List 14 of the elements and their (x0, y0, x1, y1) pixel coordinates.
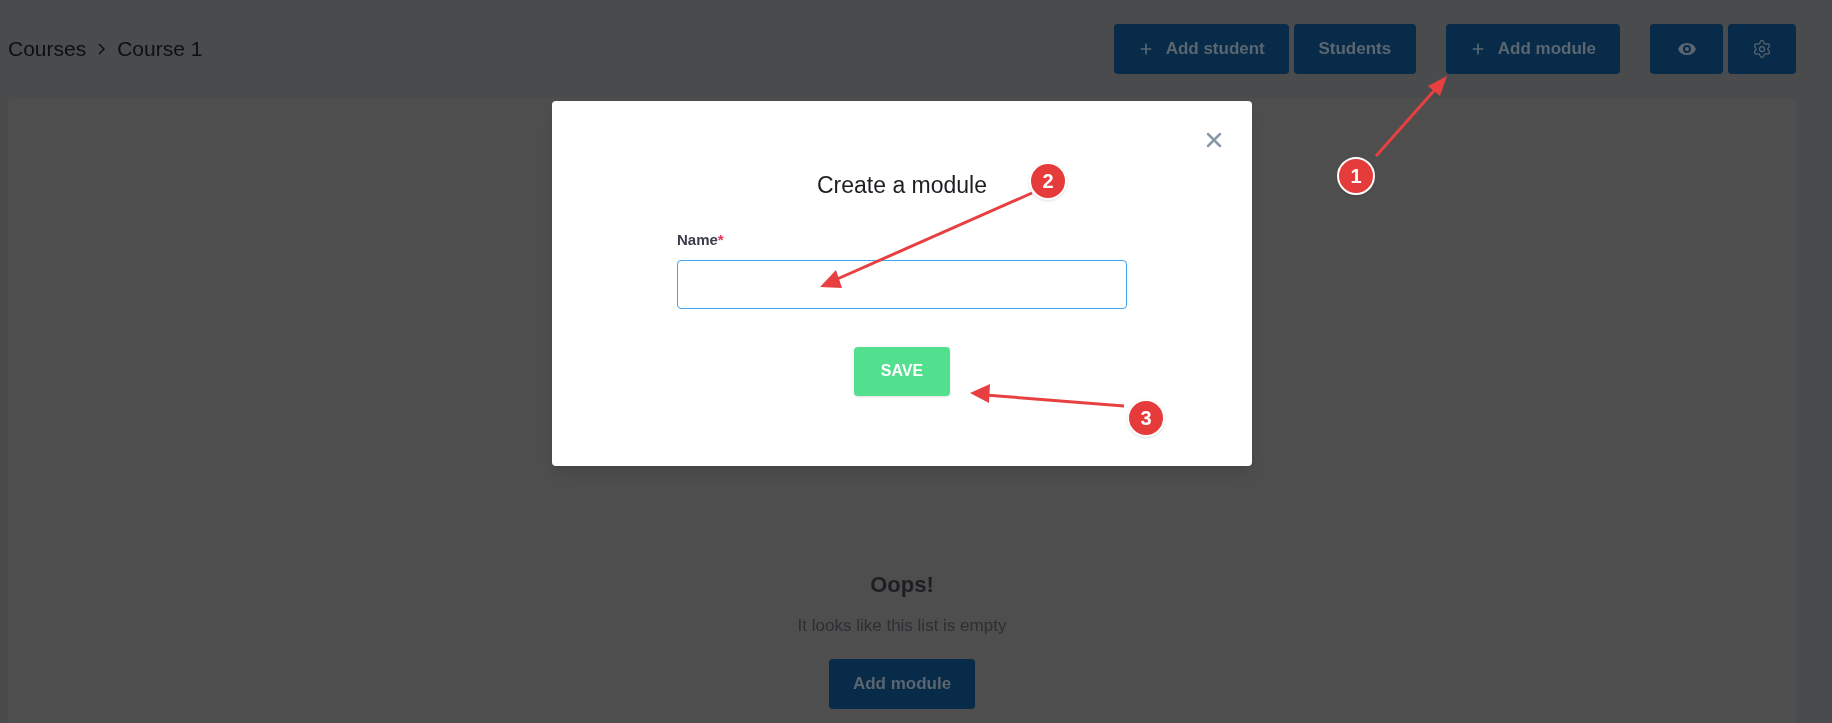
toolbar-button[interactable]: Add student (1113, 24, 1289, 74)
settings-icon (1752, 39, 1772, 59)
add-module-button[interactable]: Add module (828, 658, 976, 709)
modal-title: Create a module (816, 171, 987, 200)
save-button[interactable]: SAVE (854, 346, 950, 396)
toolbar-button[interactable]: Add module (1445, 24, 1620, 74)
chevron-icon (98, 43, 106, 55)
preview-button[interactable] (1650, 24, 1723, 74)
settings-button[interactable] (1728, 24, 1796, 74)
name-input[interactable] (677, 259, 1127, 309)
field-label: Name* (677, 230, 724, 248)
breadcrumb-link[interactable]: Courses (8, 33, 87, 65)
breadcrumb-current: Course 1 (117, 36, 203, 63)
toolbar-button[interactable]: Students (1293, 24, 1416, 74)
